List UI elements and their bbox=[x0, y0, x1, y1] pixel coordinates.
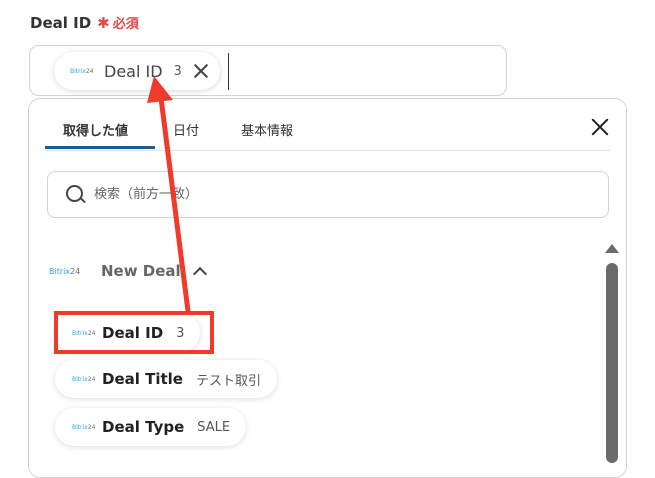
annotation-arrow bbox=[147, 76, 191, 314]
